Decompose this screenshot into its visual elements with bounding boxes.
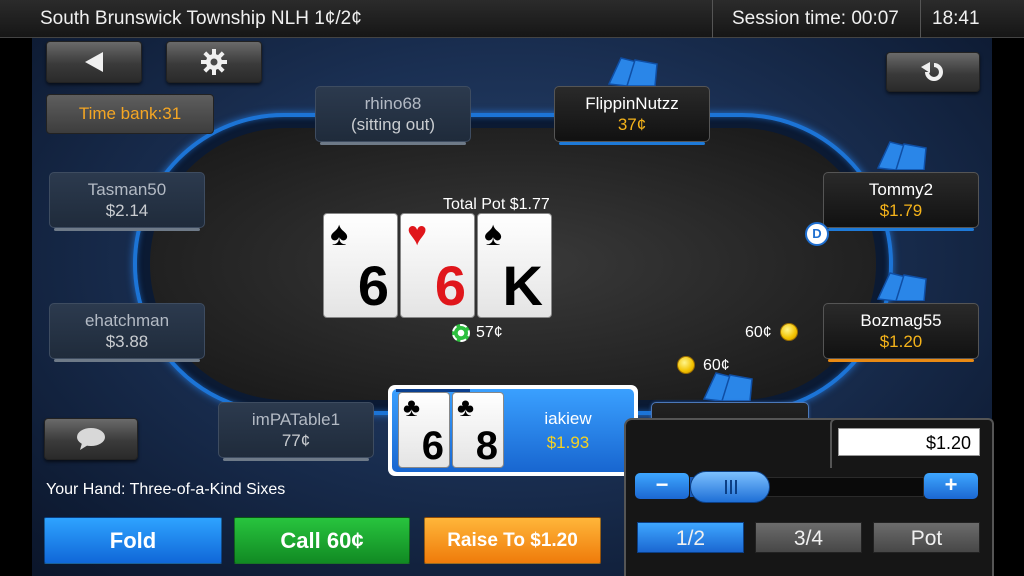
divider	[920, 0, 921, 38]
player-stack: $3.88	[105, 332, 149, 351]
player-name: Tommy2	[868, 180, 934, 199]
player-stack: $1.79	[879, 201, 923, 220]
player-name: ehatchman	[84, 311, 170, 330]
player-stack: 77¢	[281, 431, 311, 450]
card-rank: 8	[475, 424, 498, 468]
hole-cards-back-icon	[702, 372, 753, 401]
player-name: rhino68	[364, 94, 422, 113]
chat-button[interactable]	[44, 418, 138, 460]
card-suit: ♣	[403, 392, 421, 422]
hero-name: iakiew	[544, 409, 592, 428]
hero-stack: $1.93	[546, 433, 590, 452]
hole-cards-back-icon	[876, 272, 927, 301]
time-bank-button[interactable]: Time bank:31	[46, 94, 214, 134]
back-arrow-icon	[85, 52, 103, 72]
seat-bozmag55[interactable]: Bozmag55 $1.20	[823, 303, 979, 362]
player-status: (sitting out)	[350, 115, 436, 134]
decrease-raise-button[interactable]: −	[635, 473, 689, 499]
seat-underline	[559, 142, 705, 145]
preset-three-quarter-pot-button[interactable]: 3/4	[755, 522, 862, 553]
board-card-2: ♥ 6	[400, 213, 475, 318]
bet-chip-icon	[677, 356, 695, 374]
poker-table-screen: South Brunswick Township NLH 1¢/2¢ Sessi…	[0, 0, 1024, 576]
hole-cards-back-icon	[876, 141, 927, 170]
seat-underline	[54, 228, 200, 231]
player-name: Tasman50	[87, 180, 167, 199]
top-bar: South Brunswick Township NLH 1¢/2¢ Sessi…	[0, 0, 1024, 38]
card-rank: 6	[357, 254, 389, 317]
player-stack: $2.14	[105, 201, 149, 220]
card-suit: ♠	[484, 215, 503, 253]
seat-underline	[54, 359, 200, 362]
board-card-3: ♠ K	[477, 213, 552, 318]
chat-bubble-icon	[77, 428, 105, 450]
pot-chip-icon	[452, 324, 470, 342]
player-name: imPATable1	[251, 410, 341, 429]
bet-chip-icon	[780, 323, 798, 341]
card-suit: ♣	[457, 392, 475, 422]
seat-flippinnutzz[interactable]: FlippinNutzz 37¢	[554, 86, 710, 145]
card-rank: K	[502, 254, 543, 317]
hero-card-1: ♣ 6	[398, 392, 450, 468]
hand-description: Your Hand: Three-of-a-Kind Sixes	[46, 481, 286, 498]
gear-icon	[201, 49, 227, 75]
player-name: Bozmag55	[860, 311, 942, 330]
hero-seat: ♣ 6 ♣ 8 iakiew $1.93	[388, 385, 638, 476]
player-name: FlippinNutzz	[585, 94, 679, 113]
refresh-icon	[921, 62, 943, 81]
seat-ehatchman[interactable]: ehatchman $3.88	[49, 303, 205, 362]
hole-cards-back-icon	[607, 57, 658, 86]
seat-impatable1[interactable]: imPATable1 77¢	[218, 402, 374, 461]
seat-rhino68[interactable]: rhino68 (sitting out)	[315, 86, 471, 145]
preset-pot-button[interactable]: Pot	[873, 522, 980, 553]
card-rank: 6	[421, 424, 444, 468]
table-title: South Brunswick Township NLH 1¢/2¢	[40, 8, 362, 29]
card-suit: ♠	[330, 215, 349, 253]
slider-grip-icon	[725, 480, 727, 494]
seat-underline	[320, 142, 466, 145]
left-letterbox	[0, 38, 32, 576]
settings-button[interactable]	[166, 41, 262, 83]
player-stack: $1.20	[879, 332, 923, 351]
divider	[712, 0, 713, 38]
pot-chip-amount: 57¢	[476, 324, 503, 341]
dealer-button: D	[805, 222, 829, 246]
refresh-button[interactable]	[886, 52, 980, 92]
raise-amount-input[interactable]: $1.20	[838, 428, 980, 456]
board-card-1: ♠ 6	[323, 213, 398, 318]
seat-tommy2[interactable]: Tommy2 $1.79	[823, 172, 979, 231]
player-stack: 37¢	[617, 115, 647, 134]
call-button[interactable]: Call 60¢	[234, 517, 410, 564]
session-time: Session time: 00:07	[732, 8, 899, 29]
raise-button[interactable]: Raise To $1.20	[424, 517, 601, 564]
seat-tasman50[interactable]: Tasman50 $2.14	[49, 172, 205, 231]
bozmag-bet-amount: 60¢	[745, 324, 772, 341]
total-pot-label: Total Pot $1.77	[443, 196, 550, 213]
fold-button[interactable]: Fold	[44, 517, 222, 564]
seat-underline	[828, 359, 974, 362]
preset-half-pot-button[interactable]: 1/2	[637, 522, 744, 553]
raise-slider-thumb[interactable]	[690, 471, 770, 503]
seat-underline	[828, 228, 974, 231]
hero-seat-panel: ♣ 6 ♣ 8 iakiew $1.93	[392, 389, 634, 472]
increase-raise-button[interactable]: +	[924, 473, 978, 499]
right-letterbox	[992, 38, 1024, 576]
seat-underline	[223, 458, 369, 461]
card-suit: ♥	[407, 215, 428, 253]
card-rank: 6	[434, 254, 466, 317]
clock: 18:41	[932, 8, 980, 29]
back-button[interactable]	[46, 41, 142, 83]
hero-card-2: ♣ 8	[452, 392, 504, 468]
